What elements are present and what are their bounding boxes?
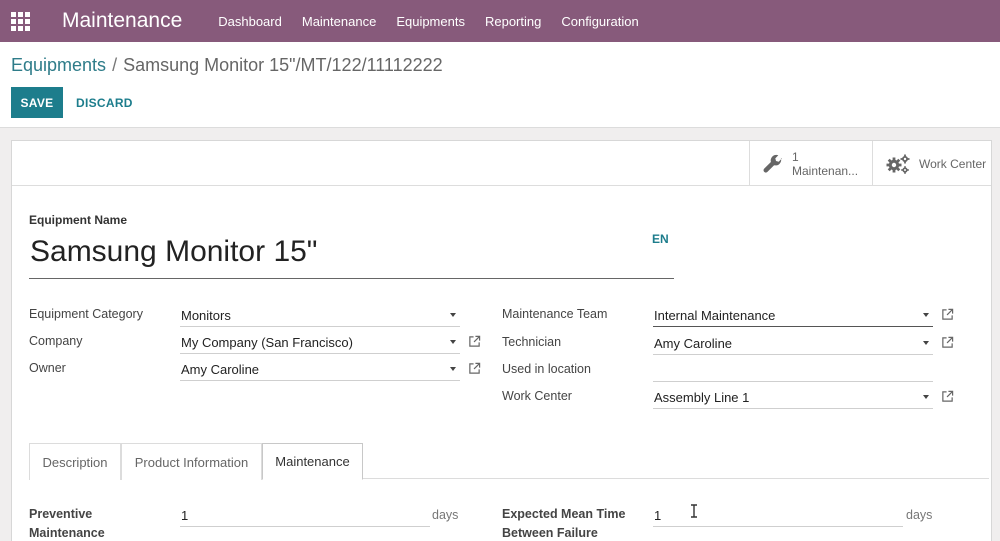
breadcrumb: Equipments / Samsung Monitor 15"/MT/122/11… [11,55,443,76]
form-sheet: 1 Maintenan... Work Center Equipment Nam… [11,140,992,541]
used-in-location-input[interactable] [653,356,933,382]
owner-dropdown-icon[interactable] [450,367,456,371]
maintenance-stat-text: 1 Maintenan... [792,150,858,178]
tab-product-information[interactable]: Product Information [121,443,262,480]
work-center-smart-button[interactable]: Work Center [872,141,991,186]
breadcrumb-current: Samsung Monitor 15"/MT/122/11112222 [123,55,443,75]
equipment-name-label: Equipment Name [29,213,128,227]
technician-input[interactable]: Amy Caroline [653,329,933,355]
wrench-icon [762,153,784,175]
discard-button[interactable]: DISCARD [76,87,133,118]
preventive-maintenance-label-line2: Maintenance [29,526,105,540]
mtbf-unit: days [906,508,933,522]
breadcrumb-separator: / [112,55,118,75]
work-center-dropdown-icon[interactable] [923,395,929,399]
control-panel: Equipments / Samsung Monitor 15"/MT/122/11… [0,42,1000,128]
company-input[interactable]: My Company (San Francisco) [180,328,460,354]
equipment-category-dropdown-icon[interactable] [450,313,456,317]
owner-external-link-icon[interactable] [468,362,481,375]
preventive-maintenance-input[interactable]: 1 [180,501,430,527]
menu-configuration[interactable]: Configuration [561,14,638,29]
technician-label: Technician [502,335,562,349]
owner-input[interactable]: Amy Caroline [180,355,460,381]
maintenance-team-input[interactable]: Internal Maintenance [653,301,933,327]
equipment-category-label: Equipment Category [29,307,143,321]
maintenance-team-external-link-icon[interactable] [941,308,954,321]
maintenance-team-dropdown-icon[interactable] [923,313,929,317]
app-title[interactable]: Maintenance [62,9,182,33]
text-cursor-icon [691,504,697,518]
menu-dashboard[interactable]: Dashboard [218,14,282,29]
grid-icon[interactable] [10,11,30,31]
equipment-name-input[interactable]: Samsung Monitor 15" [29,233,674,279]
save-button[interactable]: SAVE [11,87,63,118]
top-menu: Dashboard Maintenance Equipments Reporti… [218,14,658,29]
preventive-maintenance-unit: days [432,508,459,522]
work-center-stat-label: Work Center [919,156,987,171]
company-external-link-icon[interactable] [468,335,481,348]
mtbf-label-line2: Between Failure [502,526,598,540]
breadcrumb-equipments-link[interactable]: Equipments [11,55,106,75]
language-button[interactable]: EN [652,232,669,246]
notebook-tabs: Description Product Information Maintena… [29,443,989,480]
tab-maintenance[interactable]: Maintenance [262,443,363,480]
maintenance-stat-label: Maintenan... [792,163,859,178]
preventive-maintenance-label-line1: Preventive [29,507,93,521]
maintenance-smart-button[interactable]: 1 Maintenan... [749,141,871,186]
top-navbar: Maintenance Dashboard Maintenance Equipm… [0,0,1000,42]
gears-icon [885,153,911,175]
menu-maintenance[interactable]: Maintenance [302,14,376,29]
technician-dropdown-icon[interactable] [923,341,929,345]
menu-reporting[interactable]: Reporting [485,14,541,29]
maintenance-count: 1 [792,149,799,164]
menu-equipments[interactable]: Equipments [396,14,465,29]
equipment-category-input[interactable]: Monitors [180,301,460,327]
smart-button-box: 1 Maintenan... Work Center [12,141,991,186]
company-dropdown-icon[interactable] [450,340,456,344]
maintenance-team-label: Maintenance Team [502,307,608,321]
tab-description[interactable]: Description [29,443,121,480]
work-center-input[interactable]: Assembly Line 1 [653,383,933,409]
technician-external-link-icon[interactable] [941,336,954,349]
mtbf-label-line1: Expected Mean Time [502,507,626,521]
company-label: Company [29,334,83,348]
used-in-location-label: Used in location [502,362,591,376]
preventive-maintenance-label: Preventive Maintenance [29,505,105,541]
work-center-label: Work Center [502,389,572,403]
work-center-external-link-icon[interactable] [941,390,954,403]
owner-label: Owner [29,361,66,375]
mtbf-label: Expected Mean Time Between Failure [502,505,625,541]
